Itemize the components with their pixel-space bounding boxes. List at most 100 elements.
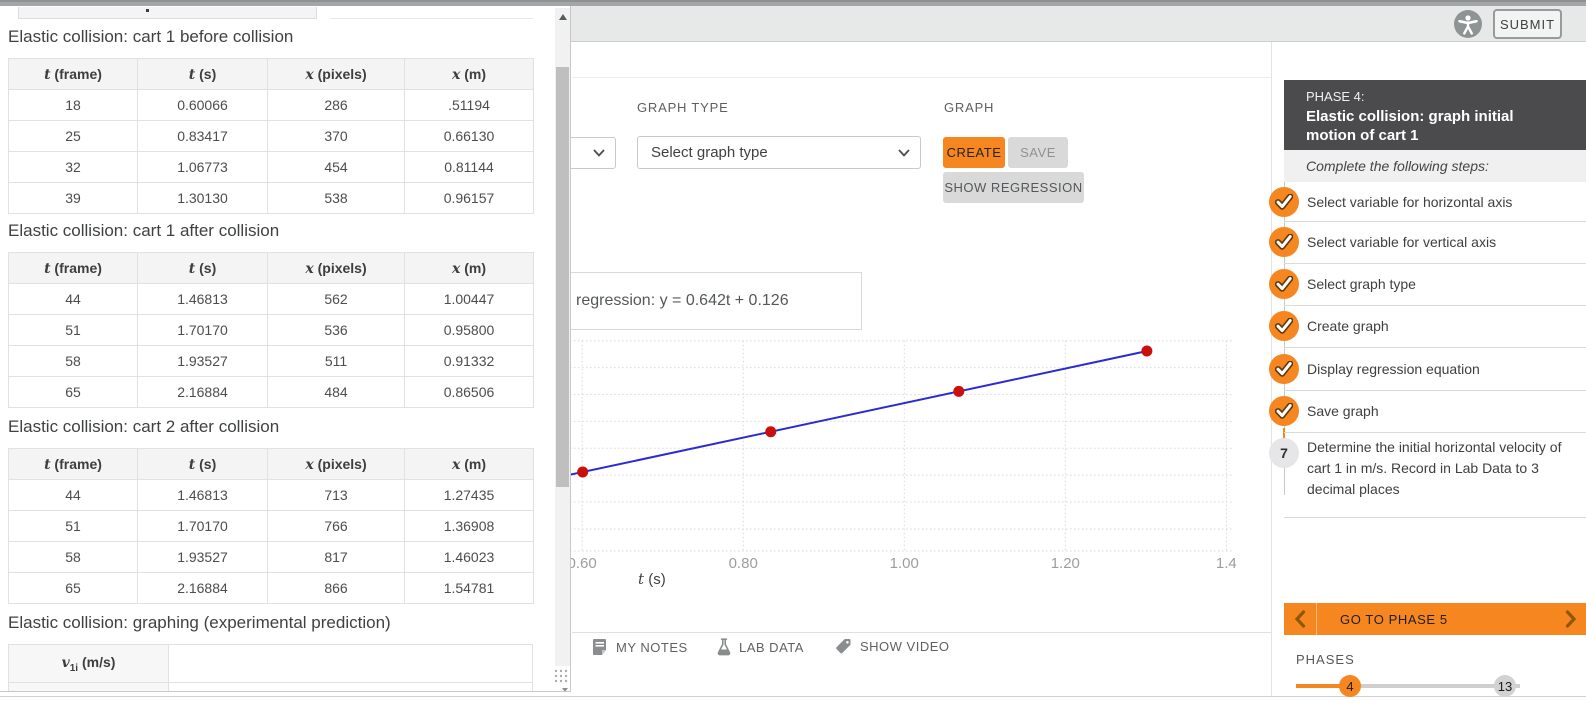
panel-resize-grip-icon[interactable]: [553, 668, 570, 692]
step-label: Select graph type: [1307, 276, 1416, 292]
step-label: Determine the initial horizontal velocit…: [1307, 439, 1562, 497]
show-video-label: SHOW VIDEO: [860, 639, 950, 654]
table-cell: 18: [8, 89, 138, 121]
table-row: 51 1.70170 536 0.95800: [8, 314, 534, 346]
table-cell: 1.93527: [137, 541, 268, 573]
table-cell: 2.16884: [137, 572, 268, 604]
table-cell: 1.46023: [404, 541, 534, 573]
position-time-chart: [558, 340, 1232, 552]
table-cell: .51194: [404, 89, 534, 121]
lab-data-button[interactable]: LAB DATA: [717, 638, 804, 656]
table-cell: 1.36908: [404, 510, 534, 542]
table-cell: 866: [267, 572, 405, 604]
table-cell: 51: [8, 510, 138, 542]
table-cell: 0.81144: [404, 151, 534, 183]
value-input-cell[interactable]: [168, 644, 533, 683]
table-row: 44 1.46813 562 1.00447: [8, 283, 534, 315]
table-row: 65 2.16884 866 1.54781: [8, 572, 534, 604]
table-cell: 1.70170: [137, 314, 268, 346]
go-to-phase-button[interactable]: GO TO PHASE 5: [1317, 612, 1556, 627]
table-cell: 1.30130: [137, 182, 268, 214]
table-cell: 65: [8, 376, 138, 408]
step-label: Display regression equation: [1307, 360, 1480, 377]
table-row: 51 1.70170 766 1.36908: [8, 510, 534, 542]
scrolled-table-fragment-line: [330, 18, 533, 19]
table-cell: 766: [267, 510, 405, 542]
step-complete-check-icon: [1269, 186, 1299, 217]
tag-icon: [836, 639, 851, 654]
flask-icon: [717, 638, 731, 656]
step-complete-check-icon: [1269, 269, 1299, 299]
table-row: 58 1.93527 817 1.46023: [8, 541, 534, 573]
save-graph-button[interactable]: SAVE: [1008, 137, 1068, 168]
table-cell: 44: [8, 479, 138, 511]
chevron-right-icon: [1565, 610, 1577, 628]
column-header: t (frame): [8, 448, 138, 480]
scrollbar-up-arrow-icon[interactable]: [559, 14, 567, 20]
step-separator: [1284, 432, 1586, 433]
graph-type-label: GRAPH TYPE: [637, 100, 729, 115]
table-row: 32 1.06773 454 0.81144: [8, 151, 534, 183]
column-header: t (s): [137, 252, 268, 284]
graph-label: GRAPH: [944, 100, 995, 115]
table-cell: 39: [8, 182, 138, 214]
submit-button[interactable]: SUBMIT: [1493, 9, 1562, 39]
table-cell: 1.46813: [137, 479, 268, 511]
table-row: 44 1.46813 713 1.27435: [8, 479, 534, 511]
data-point[interactable]: [577, 466, 589, 478]
table-cell: 817: [267, 541, 405, 573]
table-row: 39 1.30130 538 0.96157: [8, 182, 534, 214]
panel-scrollbar-thumb[interactable]: [556, 67, 569, 487]
table-cell: 0.60066: [137, 89, 268, 121]
step-separator: [1284, 517, 1586, 518]
phases-label: PHASES: [1296, 652, 1355, 667]
table-cell: 286: [267, 89, 405, 121]
scrolled-table-fragment: [18, 7, 317, 19]
show-video-button[interactable]: SHOW VIDEO: [835, 638, 950, 655]
accessibility-icon[interactable]: [1454, 10, 1482, 38]
table-cell: 58: [8, 345, 138, 377]
table-cell: 0.66130: [404, 120, 534, 152]
section-title: Elastic collision: cart 1 before collisi…: [8, 27, 294, 46]
step-label: Create graph: [1307, 318, 1389, 334]
next-phase-button[interactable]: [1556, 603, 1586, 635]
table-cell: 51: [8, 314, 138, 346]
table-cell: 1.70170: [137, 510, 268, 542]
value-input-cell[interactable]: [168, 682, 533, 691]
my-notes-button[interactable]: MY NOTES: [592, 638, 688, 656]
phase-number-label: PHASE 4:: [1306, 89, 1365, 104]
data-point[interactable]: [953, 385, 965, 397]
phases-slider-thumb[interactable]: 4: [1339, 675, 1361, 697]
x-tick-label: 0.80: [728, 555, 758, 572]
column-header: x (pixels): [267, 448, 405, 480]
column-header: t (frame): [8, 252, 138, 284]
create-graph-button[interactable]: CREATE: [943, 137, 1005, 168]
regression-equation-text: regression: y = 0.642t + 0.126: [576, 292, 789, 309]
step-complete-check-icon: [1269, 396, 1299, 426]
x-tick-label: 1.20: [1050, 555, 1080, 572]
my-notes-label: MY NOTES: [616, 639, 688, 655]
phase-subtitle: Complete the following steps:: [1284, 150, 1586, 182]
previous-phase-button[interactable]: [1284, 603, 1317, 635]
step-complete-check-icon: [1269, 353, 1299, 384]
data-table: t (frame) t (s) x (pixels) x (m) 18 0.60066 28…: [8, 58, 534, 214]
column-header: x (m): [404, 252, 534, 284]
table-row: v1i (m/s): [8, 644, 533, 683]
regression-equation-box: regression: y = 0.642t + 0.126: [540, 272, 862, 330]
graph-type-value: Select graph type: [651, 144, 768, 161]
table-cell: 0.83417: [137, 120, 268, 152]
table-cell: 370: [267, 120, 405, 152]
data-point[interactable]: [765, 426, 777, 438]
x-tick-label: 1.4: [1215, 555, 1237, 572]
chevron-left-icon: [1294, 610, 1306, 628]
table-cell: 25: [8, 120, 138, 152]
table-cell: 0.91332: [404, 345, 534, 377]
show-regression-button[interactable]: SHOW REGRESSION: [943, 172, 1084, 203]
table-cell: 65: [8, 572, 138, 604]
graph-type-select[interactable]: Select graph type: [637, 136, 921, 169]
table-cell: 538: [267, 182, 405, 214]
data-point[interactable]: [1141, 345, 1153, 357]
table-cell: 562: [267, 283, 405, 315]
accessibility-person-glyph: [1458, 15, 1478, 35]
section-title: Elastic collision: graphing (experimenta…: [8, 613, 391, 632]
